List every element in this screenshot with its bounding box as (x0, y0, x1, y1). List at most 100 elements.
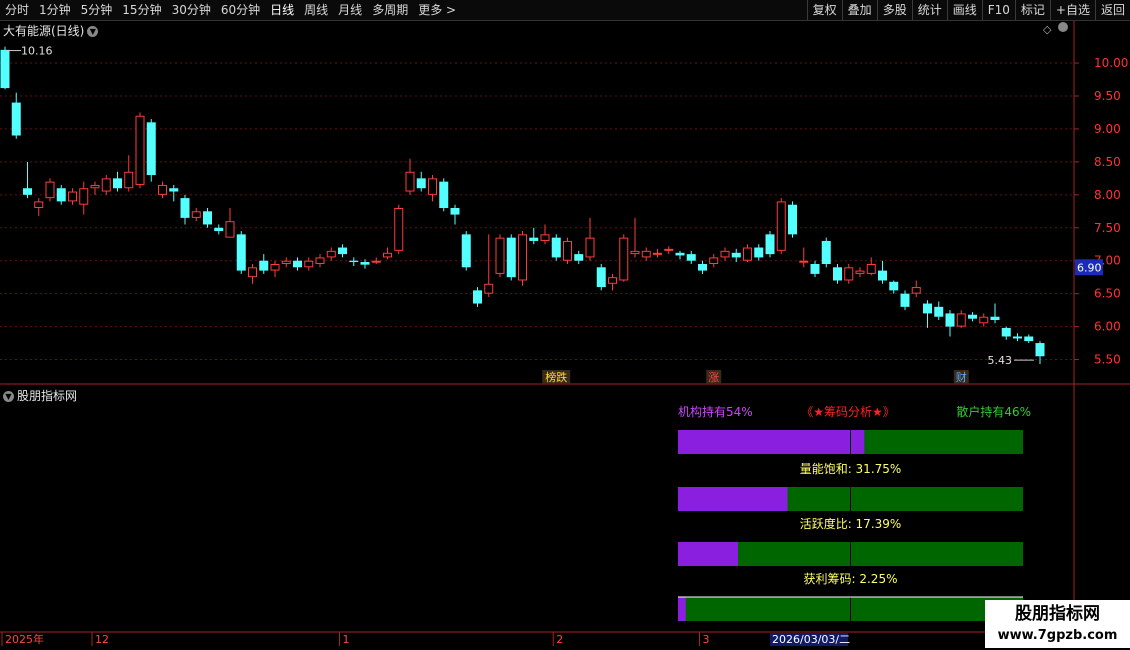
candle-body (371, 260, 381, 263)
chevron-down-icon[interactable]: ▼ (3, 391, 14, 402)
date-label-1: 12 (95, 633, 109, 646)
candle-34 (383, 247, 392, 260)
candle-37 (416, 171, 426, 192)
candle-body (450, 208, 460, 215)
candle-body (900, 293, 910, 307)
candle-21 (236, 231, 246, 274)
candle-body (259, 260, 269, 271)
candle-52 (585, 217, 595, 261)
candle-body (11, 102, 21, 136)
candle-body (945, 313, 955, 327)
candle-75 (844, 264, 854, 284)
candle-body (360, 262, 370, 265)
date-label-0: 2025年 (5, 632, 44, 646)
candle-76 (855, 267, 865, 278)
kline-chart[interactable]: 10.009.509.008.508.007.507.006.506.005.5… (0, 0, 1130, 650)
candle-body (540, 234, 550, 241)
candle-body (293, 260, 302, 268)
candle-5 (56, 184, 66, 205)
candle-31 (349, 257, 359, 266)
candle-64 (720, 247, 730, 261)
candle-body (923, 303, 932, 314)
candle-22 (248, 264, 257, 284)
candle-56 (630, 217, 640, 258)
candle-83 (934, 301, 944, 321)
candle-8 (90, 181, 100, 195)
candle-30 (338, 244, 347, 258)
indicator-name-label: 股朋指标网 (17, 389, 78, 403)
candle-body (394, 208, 404, 251)
candle-50 (563, 237, 572, 265)
marker-label-2: 财 (956, 370, 967, 384)
candle-77 (866, 257, 876, 276)
candle-47 (529, 227, 539, 245)
candle-body (585, 237, 595, 258)
candle-body (934, 306, 944, 317)
marker-label-0: 榜跌 (545, 370, 567, 384)
bar-fill-3 (678, 597, 686, 621)
candle-0 (0, 46, 10, 90)
candle-40 (450, 204, 460, 225)
candle-body (686, 254, 696, 261)
candle-body (236, 234, 246, 271)
indicator-title[interactable]: ▼ 股朋指标网 (3, 387, 77, 404)
candle-78 (878, 260, 887, 284)
candle-70 (788, 201, 797, 238)
candle-86 (968, 312, 977, 322)
candle-body (124, 171, 134, 189)
candle-body (765, 234, 775, 255)
candle-body (1013, 336, 1022, 339)
candle-body (833, 267, 842, 281)
candle-body (281, 260, 291, 265)
candle-body (911, 287, 921, 294)
candle-68 (765, 231, 775, 258)
candle-body (23, 188, 32, 195)
candle-body (34, 201, 44, 209)
candle-62 (698, 260, 707, 274)
chevron-down-icon[interactable]: ▼ (87, 26, 99, 37)
candle-28 (315, 254, 325, 268)
candle-24 (270, 260, 280, 278)
candle-body (113, 178, 122, 189)
candle-body (641, 250, 651, 258)
candle-19 (214, 224, 224, 235)
candle-body (518, 234, 527, 281)
bar-fill-0 (678, 430, 865, 454)
bar-fill-1 (678, 487, 788, 511)
candle-67 (754, 244, 764, 261)
candle-body (675, 252, 685, 256)
candle-body (979, 316, 989, 324)
candle-61 (686, 250, 696, 265)
candle-57 (641, 247, 651, 261)
bar-label-3: 获利筹码: 2.25% (804, 572, 898, 586)
candle-18 (203, 208, 212, 228)
candle-body (990, 316, 1000, 321)
candle-body (630, 250, 640, 255)
candle-33 (371, 257, 381, 265)
current-price-label: 6.90 (1077, 261, 1102, 274)
candle-12 (135, 112, 145, 189)
candle-body (754, 247, 764, 258)
y-tick-label-7: 6.50 (1094, 287, 1121, 301)
candle-27 (304, 257, 314, 271)
candle-13 (146, 119, 156, 182)
candle-body (574, 254, 584, 261)
candle-body (405, 171, 415, 192)
candle-body (821, 240, 831, 265)
candle-body (731, 252, 741, 258)
candle-46 (518, 231, 527, 286)
stock-title[interactable]: 大有能源(日线) ▼ (3, 22, 99, 39)
diamond-icon[interactable]: ◇ (1043, 23, 1051, 36)
candle-body (169, 188, 179, 192)
candle-body (866, 264, 876, 274)
candle-body (506, 237, 516, 278)
candle-body (0, 49, 10, 89)
candle-body (180, 198, 190, 218)
y-tick-label-8: 6.00 (1094, 320, 1121, 334)
high-price-label: 10.16 (21, 45, 53, 58)
candle-72 (810, 260, 820, 278)
options-icon[interactable] (1058, 22, 1068, 32)
bar-label-1: 量能饱和: 31.75% (800, 461, 902, 476)
retail-holding-label: 散户持有46% (956, 404, 1031, 419)
candle-body (551, 237, 561, 258)
